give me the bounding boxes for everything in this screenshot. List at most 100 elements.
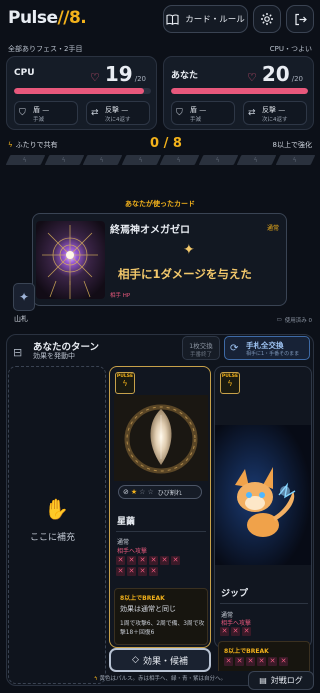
book-icon: ▤ (259, 676, 267, 685)
shared-label: ϟ ふたりで共有 (8, 141, 58, 149)
used-card-section-title: あなたが使ったカード (125, 200, 195, 208)
card-art-zip (215, 425, 311, 565)
match-subtitle: 全部ありフェス・2手目 (8, 45, 83, 53)
bolt-icon: ϟ (138, 156, 143, 164)
pulse-counter: 0 / 8 (150, 136, 182, 151)
gear-icon (261, 13, 273, 25)
opponent-difficulty: CPU・つよい (269, 45, 312, 53)
card-name: ジップ (221, 589, 249, 599)
exit-button[interactable] (286, 5, 314, 33)
sparkle-icon: ✦ (183, 242, 195, 258)
counter-icon: ⇄ (91, 108, 99, 118)
bolt-icon: ϟ (227, 379, 233, 388)
battle-log-button[interactable]: ▤ 対戦ログ (248, 671, 314, 690)
star-icon: ☆ (147, 488, 154, 496)
attack-marker-icon: ✕ (279, 657, 288, 666)
card-name: 星繭 (117, 517, 136, 527)
empty-hand-slot[interactable] (8, 366, 106, 684)
attack-marker-icon: ✕ (127, 556, 136, 565)
player-counter-stat: ⇄ 反撃 — 次に4返す (243, 101, 307, 125)
pulse-slots: ϟϟϟϟϟϟϟϟ (5, 155, 315, 167)
bolt-icon: ϟ (292, 156, 297, 164)
used-card-effect: 相手に1ダメージを与えた (118, 267, 252, 281)
heart-icon: ♡ (90, 71, 100, 84)
swap-one-button[interactable]: 1枚交換 手番終了 (182, 336, 220, 360)
deck-button[interactable]: ✦ (13, 283, 35, 311)
bolt-icon: ϟ (23, 156, 28, 164)
break-attack-markers: ✕ ✕ ✕ ✕ ✕ ✕ (224, 657, 304, 666)
card-art-star-cocoon (114, 395, 208, 481)
attack-marker-icon: ✕ (138, 567, 147, 576)
attack-marker-icon: ✕ (149, 556, 158, 565)
attack-marker-icon: ✕ (116, 567, 125, 576)
used-card-name: 終焉神オメガゼロ (110, 225, 190, 236)
player-shield-stat: ⛉ 盾 — 手減 (171, 101, 235, 125)
hand-card-2[interactable]: PULSE ϟ ジップ 通常 相手へ攻撃 ✕ ✕ ✕ 8以上でBREAK ✕ ✕… (214, 366, 312, 671)
used-card: 終焉神オメガゼロ 通常 ✦ 相手に1ダメージを与えた 相手 HP (32, 213, 287, 306)
pulse-slot: ϟ (159, 155, 199, 165)
hand-icon: ✋ (44, 497, 69, 521)
cpu-hp-panel: CPU ♡ 19/20 ⛉ 盾 — 手減 ⇄ 反撃 — 次に4返す (6, 56, 157, 130)
star-icon: ☆ (139, 488, 146, 496)
gamepad-icon: ⊟ (13, 346, 23, 359)
attack-marker-icon: ✕ (257, 657, 266, 666)
shield-icon: ⛉ (176, 108, 183, 118)
discard-icon: ▭ (276, 317, 282, 323)
diamond-icon: ◇ (132, 655, 139, 665)
card-target: 相手へ攻撃 (117, 548, 148, 555)
pulse-slot: ϟ (5, 155, 45, 165)
bolt-icon: ϟ (8, 141, 13, 149)
book-icon (166, 13, 179, 25)
attack-marker-icon: ✕ (242, 627, 251, 636)
hand-card-1[interactable]: PULSE ϟ ⊘ ★ ☆ ☆ ひび割れ 星繭 通常 相手へ攻撃 ✕ ✕ ✕ ✕ ✕ ✕ ✕ ✕… (109, 366, 211, 648)
star-icon: ★ (130, 488, 138, 496)
attack-marker-icon: ✕ (235, 657, 244, 666)
turn-subtitle: 効果を発動中 (33, 352, 75, 360)
break-box: 8以上でBREAK ✕ ✕ ✕ ✕ ✕ ✕ (218, 641, 310, 671)
card-target: 相手へ攻撃 (221, 620, 252, 627)
used-card-rarity: 通常 (266, 225, 279, 232)
exit-icon (294, 13, 307, 25)
pulse-slot: ϟ (121, 155, 161, 165)
empty-slot-label: ここに補充 (30, 533, 76, 543)
attack-markers: ✕ ✕ ✕ ✕ ✕ ✕ ✕ ✕ ✕ ✕ (116, 556, 186, 576)
bolt-icon: ϟ (215, 156, 220, 164)
pulse-slot: ϟ (236, 155, 276, 165)
attack-marker-icon: ✕ (246, 657, 255, 666)
player-hp: ♡ 20/20 (247, 62, 303, 86)
effect-candidate-button[interactable]: ◇ 効果・候補 (109, 648, 211, 672)
used-count: ▭ 使用済み 0 (276, 317, 312, 324)
cpu-hp-bar (14, 88, 151, 94)
bolt-icon: ϟ (61, 156, 66, 164)
deck-icon: ✦ (18, 290, 30, 304)
pulse-slot: ϟ (198, 155, 238, 165)
attack-marker-icon: ✕ (116, 556, 125, 565)
counter-icon: ⇄ (248, 108, 256, 118)
cpu-counter-stat: ⇄ 反撃 — 次に4返す (86, 101, 150, 125)
attack-marker-icon: ✕ (231, 627, 240, 636)
attack-markers: ✕ ✕ ✕ (220, 627, 290, 636)
card-stars: ⊘ ★ ☆ ☆ ひび割れ (118, 485, 202, 499)
cpu-name: CPU (14, 68, 35, 78)
deck-label: 山札 (14, 315, 28, 323)
pulse-slot: ϟ (44, 155, 84, 165)
app-logo: Pulse//8. (8, 8, 87, 28)
attack-marker-icon: ✕ (268, 657, 277, 666)
rules-button[interactable]: カード・ルール (163, 5, 248, 33)
pulse-badge: PULSE ϟ (220, 372, 240, 394)
attack-marker-icon: ✕ (149, 567, 158, 576)
bolt-icon: ϟ (100, 156, 105, 164)
boost-label: 8以上で強化 (272, 141, 312, 149)
pulse-badge: PULSE ϟ (115, 372, 135, 394)
swap-all-button[interactable]: ⟳ 手札全交換 相手に1・手番そのまま (224, 336, 310, 360)
player-hp-panel: あなた ♡ 20/20 ⛉ 盾 — 手減 ⇄ 反撃 — 次に4返す (163, 56, 314, 130)
heart-icon: ♡ (247, 71, 257, 84)
break-box: 8以上でBREAK 効果は通常と同じ 1周で攻撃6、2周で備、3周で攻撃18＋回… (114, 588, 208, 645)
cpu-shield-stat: ⛉ 盾 — 手減 (14, 101, 78, 125)
cracked-icon: ⊘ (123, 488, 129, 496)
bolt-icon: ϟ (254, 156, 259, 164)
attack-marker-icon: ✕ (138, 556, 147, 565)
refresh-icon: ⟳ (230, 343, 239, 354)
settings-button[interactable] (253, 5, 281, 33)
attack-marker-icon: ✕ (171, 556, 180, 565)
